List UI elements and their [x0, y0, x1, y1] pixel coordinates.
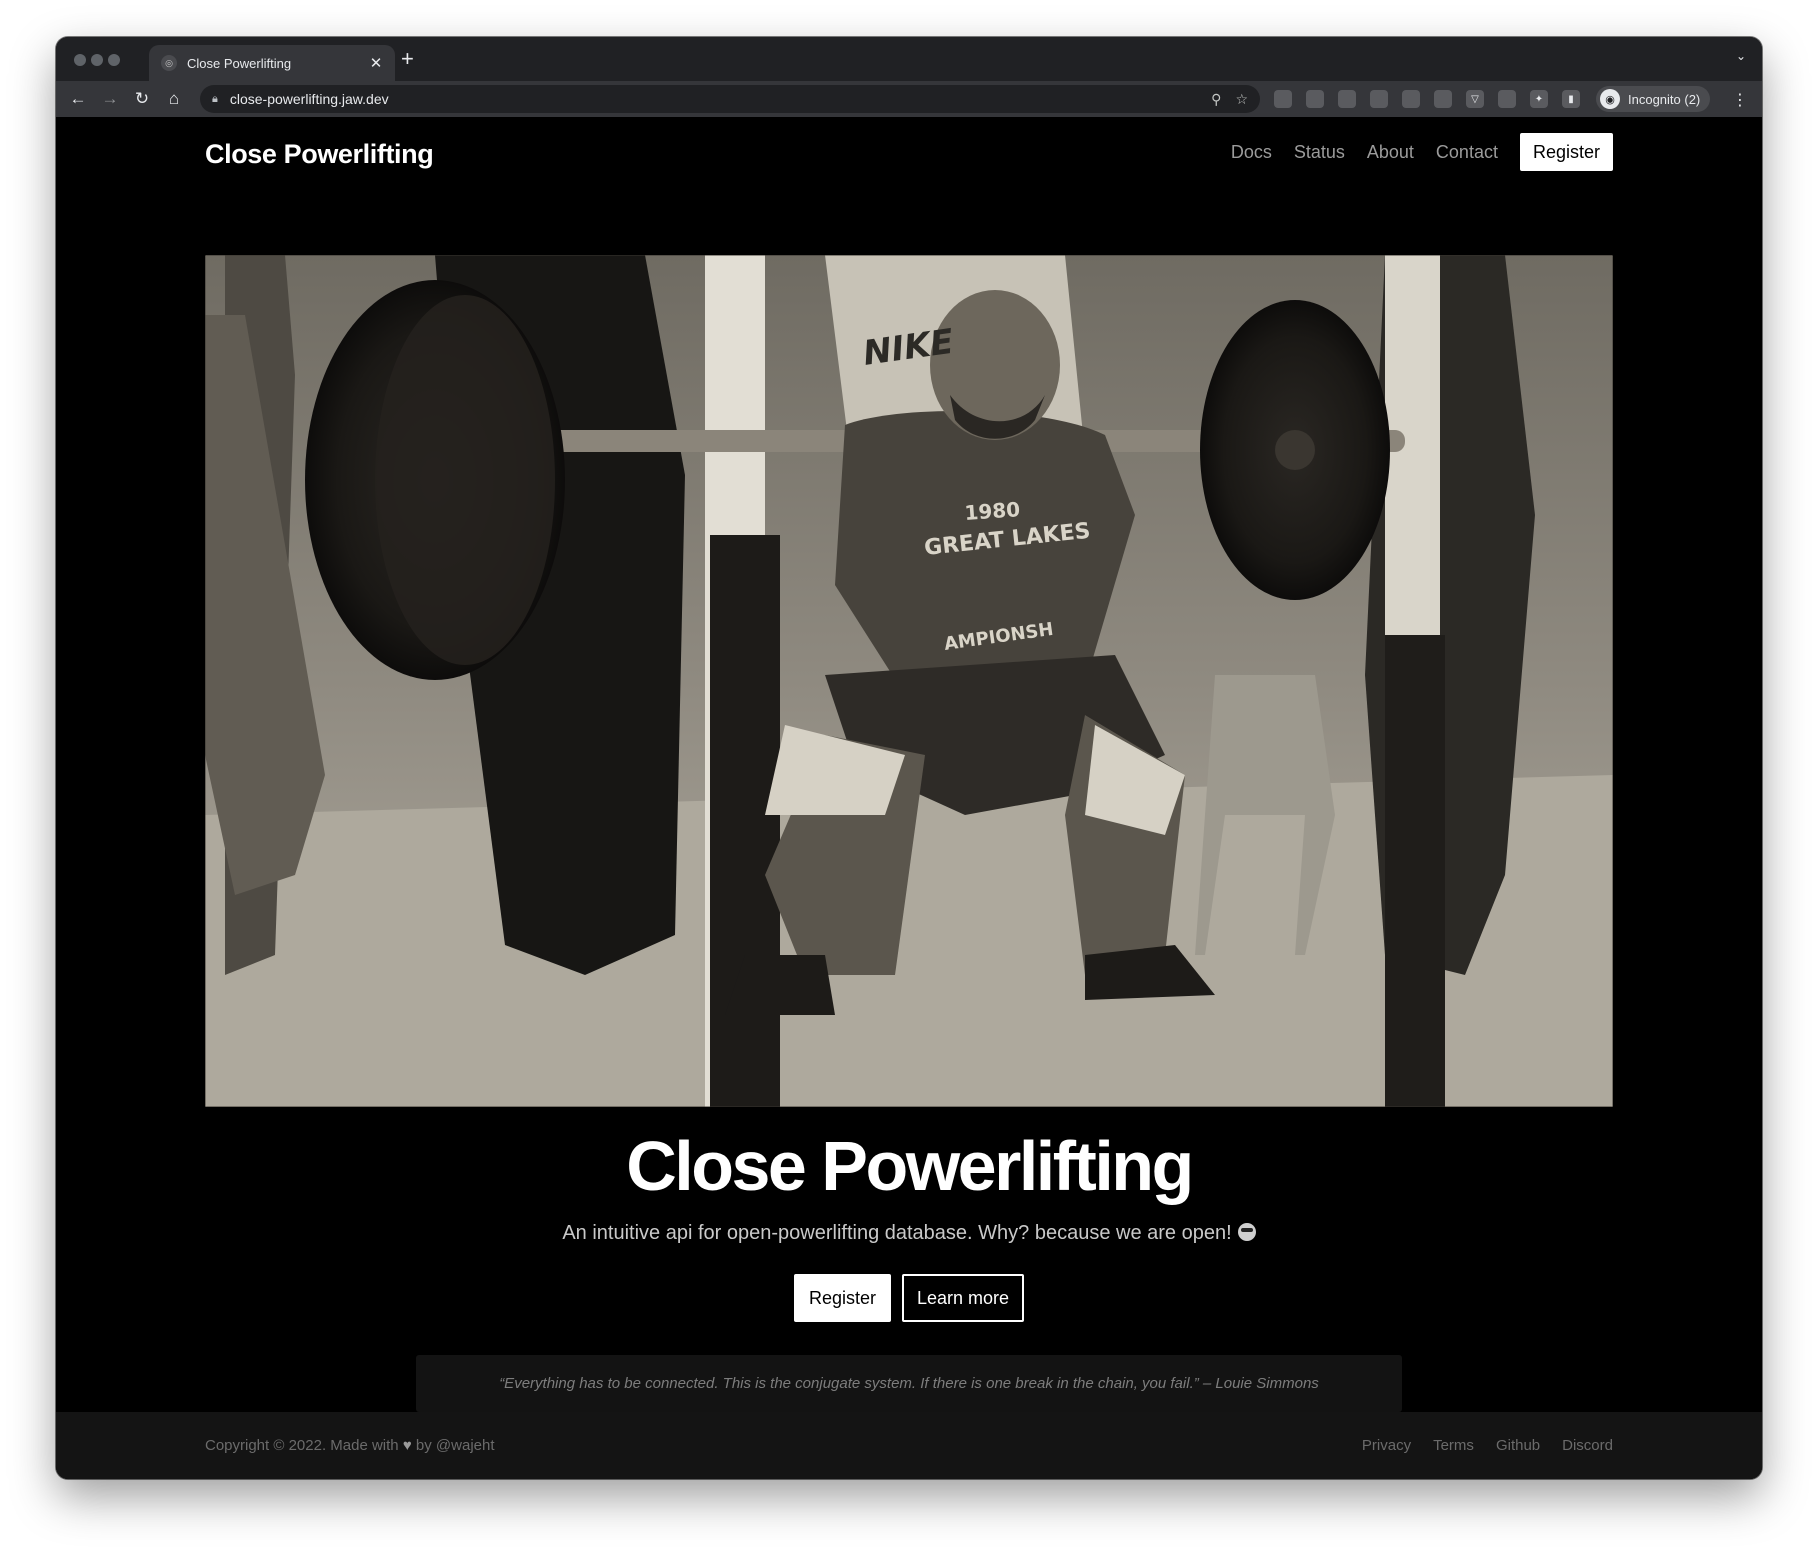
address-bar[interactable]: 🔒︎ close-powerlifting.jaw.dev ⚲ ☆ — [200, 85, 1260, 113]
site-header: Close Powerlifting Docs Status About Con… — [205, 133, 1613, 187]
browser-window: ◎ Close Powerlifting ✕ + ⌄ ← → ↻ ⌂ 🔒︎ cl… — [56, 37, 1762, 1479]
tab-strip: ◎ Close Powerlifting ✕ + ⌄ — [56, 37, 1762, 81]
close-window-dot[interactable] — [74, 54, 86, 66]
page-content: Close Powerlifting Docs Status About Con… — [56, 117, 1762, 1479]
nav-status[interactable]: Status — [1294, 142, 1345, 163]
extensions-area: ▽ ✦ ▮ — [1274, 81, 1580, 117]
side-panel-icon[interactable]: ▮ — [1562, 90, 1580, 108]
url-text[interactable]: close-powerlifting.jaw.dev — [230, 91, 1197, 107]
footer-links: Privacy Terms Github Discord — [1362, 1437, 1613, 1454]
new-tab-icon[interactable]: + — [401, 47, 414, 71]
home-icon[interactable]: ⌂ — [158, 89, 190, 109]
copyright-prefix: Copyright © 2022. Made with — [205, 1437, 399, 1454]
hero-title: Close Powerlifting — [626, 1127, 1194, 1205]
site-brand[interactable]: Close Powerlifting — [205, 139, 434, 170]
footer-link-terms[interactable]: Terms — [1433, 1437, 1474, 1454]
tab-search-chevron-icon[interactable]: ⌄ — [1736, 49, 1746, 63]
lock-icon[interactable]: 🔒︎ — [212, 93, 218, 106]
site-footer: Copyright © 2022. Made with ♥ by @wajeht… — [56, 1412, 1762, 1479]
forward-icon[interactable]: → — [94, 89, 126, 109]
quote-box: “Everything has to be connected. This is… — [416, 1355, 1402, 1412]
browser-toolbar: ← → ↻ ⌂ 🔒︎ close-powerlifting.jaw.dev ⚲ … — [56, 81, 1762, 117]
zoom-icon[interactable]: ⚲ — [1211, 91, 1221, 108]
bookmark-star-icon[interactable]: ☆ — [1235, 91, 1248, 108]
shirt-year-text: 1980 — [964, 497, 1021, 525]
nav-register-button[interactable]: Register — [1519, 133, 1613, 171]
puzzle-icon[interactable]: ✦ — [1530, 90, 1548, 108]
nav-about[interactable]: About — [1367, 142, 1414, 163]
reload-icon[interactable]: ↻ — [126, 89, 158, 109]
footer-link-github[interactable]: Github — [1496, 1437, 1540, 1454]
incognito-indicator[interactable]: ◉ Incognito (2) — [1596, 86, 1711, 112]
back-icon[interactable]: ← — [62, 89, 94, 109]
browser-tab[interactable]: ◎ Close Powerlifting ✕ — [149, 45, 395, 81]
extension-7-icon[interactable]: ▽ — [1466, 90, 1484, 108]
powerlifting-photo: 1980 GREAT LAKES AMPIONSH NIKE — [205, 255, 1613, 1107]
footer-link-discord[interactable]: Discord — [1562, 1437, 1613, 1454]
extension-4-icon[interactable] — [1370, 90, 1388, 108]
sunglasses-emoji-icon — [1237, 1223, 1256, 1241]
hero-actions: Register Learn more — [56, 1274, 1762, 1322]
extension-1-icon[interactable] — [1274, 90, 1292, 108]
copyright-suffix[interactable]: by @wajeht — [416, 1437, 495, 1454]
extension-3-icon[interactable] — [1338, 90, 1356, 108]
tab-title: Close Powerlifting — [187, 55, 292, 71]
hero-subtitle-text: An intuitive api for open-powerlifting d… — [562, 1222, 1232, 1244]
hero-subtitle: An intuitive api for open-powerlifting d… — [56, 1222, 1762, 1245]
extension-8-icon[interactable] — [1498, 90, 1516, 108]
copyright: Copyright © 2022. Made with ♥ by @wajeht — [205, 1437, 1362, 1454]
heart-icon: ♥ — [402, 1437, 412, 1454]
hero-image: 1980 GREAT LAKES AMPIONSH NIKE — [205, 255, 1613, 1107]
nav-docs[interactable]: Docs — [1231, 142, 1272, 163]
site-nav: Docs Status About Contact Register — [1231, 133, 1613, 171]
extension-5-icon[interactable] — [1402, 90, 1420, 108]
incognito-label: Incognito (2) — [1628, 91, 1701, 107]
close-tab-icon[interactable]: ✕ — [367, 54, 385, 72]
maximize-window-dot[interactable] — [108, 54, 120, 66]
extension-2-icon[interactable] — [1306, 90, 1324, 108]
register-button[interactable]: Register — [793, 1274, 891, 1322]
learn-more-button[interactable]: Learn more — [901, 1274, 1025, 1322]
minimize-window-dot[interactable] — [91, 54, 103, 66]
incognito-icon: ◉ — [1600, 89, 1620, 109]
footer-link-privacy[interactable]: Privacy — [1362, 1437, 1411, 1454]
nav-contact[interactable]: Contact — [1436, 142, 1498, 163]
favicon-icon: ◎ — [161, 55, 177, 71]
extension-6-icon[interactable] — [1434, 90, 1452, 108]
quote-text: “Everything has to be connected. This is… — [499, 1375, 1319, 1392]
kebab-menu-icon[interactable]: ⋮ — [1732, 90, 1748, 110]
